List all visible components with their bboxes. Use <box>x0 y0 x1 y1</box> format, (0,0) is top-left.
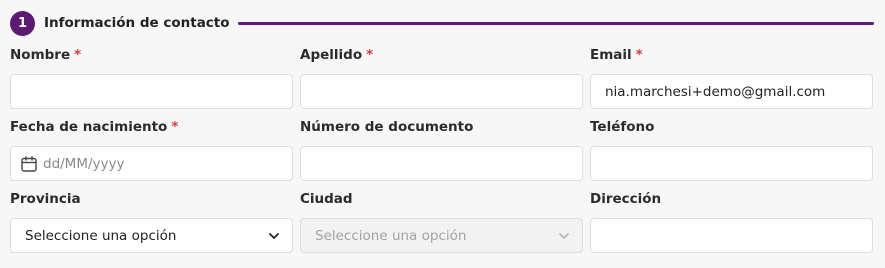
required-mark: * <box>635 47 643 63</box>
ciudad-selected: Seleccione una opción <box>315 227 467 244</box>
field-fecha-nacimiento: Fecha de nacimiento * dd/MM/yyyy <box>10 118 293 181</box>
fecha-nacimiento-label: Fecha de nacimiento <box>10 119 168 135</box>
field-numero-documento: Número de documento <box>300 118 583 181</box>
email-value: nia.marchesi+demo@gmail.com <box>605 83 826 100</box>
section-divider <box>237 21 874 25</box>
step-number-badge: 1 <box>10 10 35 36</box>
section-header: 1 Información de contacto <box>10 8 874 38</box>
direccion-input[interactable] <box>590 218 873 253</box>
required-mark: * <box>74 47 82 63</box>
nombre-input[interactable] <box>10 74 293 109</box>
chevron-down-icon <box>558 230 570 242</box>
numero-documento-label: Número de documento <box>300 119 474 135</box>
telefono-input[interactable] <box>590 146 873 181</box>
fecha-nacimiento-placeholder: dd/MM/yyyy <box>43 155 125 172</box>
fecha-nacimiento-input[interactable]: dd/MM/yyyy <box>10 146 293 181</box>
field-telefono: Teléfono <box>590 118 873 181</box>
email-label: Email <box>590 47 632 63</box>
section-title: Información de contacto <box>44 15 230 31</box>
field-provincia: Provincia Seleccione una opción <box>10 190 293 253</box>
apellido-input[interactable] <box>300 74 583 109</box>
field-direccion: Dirección <box>590 190 873 253</box>
provincia-selected: Seleccione una opción <box>25 227 177 244</box>
field-ciudad: Ciudad Seleccione una opción <box>300 190 583 253</box>
required-mark: * <box>366 47 374 63</box>
field-email: Email * nia.marchesi+demo@gmail.com <box>590 46 873 109</box>
apellido-label: Apellido <box>300 47 363 63</box>
numero-documento-input[interactable] <box>300 146 583 181</box>
provincia-label: Provincia <box>10 191 81 207</box>
calendar-icon[interactable] <box>20 155 38 173</box>
email-input[interactable]: nia.marchesi+demo@gmail.com <box>590 74 873 109</box>
required-mark: * <box>171 119 179 135</box>
nombre-label: Nombre <box>10 47 71 63</box>
telefono-label: Teléfono <box>590 119 655 135</box>
ciudad-label: Ciudad <box>300 191 353 207</box>
direccion-label: Dirección <box>590 191 662 207</box>
field-nombre: Nombre * <box>10 46 293 109</box>
chevron-down-icon[interactable] <box>268 230 280 242</box>
provincia-select[interactable]: Seleccione una opción <box>10 218 293 253</box>
field-apellido: Apellido * <box>300 46 583 109</box>
ciudad-select: Seleccione una opción <box>300 218 583 253</box>
